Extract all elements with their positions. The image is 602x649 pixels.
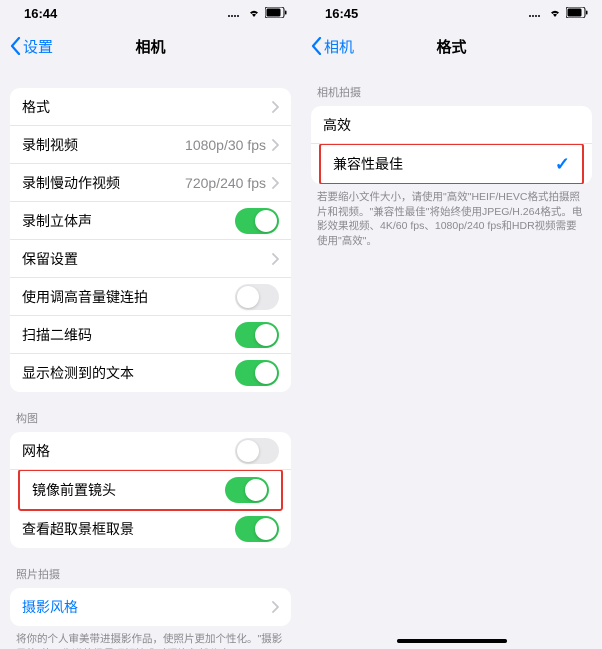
group-footer-capture: 将你的个人审美带进摄影作品，使照片更加个性化。"摄影风格"使用先进的场景理解技术… xyxy=(0,626,301,649)
settings-row[interactable]: 使用调高音量键连拍 xyxy=(10,278,291,316)
row-label: 录制视频 xyxy=(22,135,78,155)
settings-content[interactable]: 格式录制视频 1080p/30 fps 录制慢动作视频 720p/240 fps 录制立… xyxy=(0,66,301,649)
settings-row[interactable]: 录制视频 1080p/30 fps xyxy=(10,126,291,164)
formats-screen: 16:45 相机 格式 相机拍摄 高效兼容性最佳 ✓ 若要缩小文件大小，请使用"高… xyxy=(301,0,602,649)
row-label: 高效 xyxy=(323,115,351,135)
settings-row[interactable]: 格式 xyxy=(10,88,291,126)
chevron-right-icon xyxy=(272,601,279,613)
row-label: 保留设置 xyxy=(22,249,78,269)
chevron-right-icon xyxy=(272,253,279,265)
signal-icon xyxy=(227,6,243,21)
home-indicator[interactable] xyxy=(397,639,507,643)
signal-icon xyxy=(528,6,544,21)
chevron-right-icon xyxy=(272,101,279,113)
settings-row[interactable]: 摄影风格 xyxy=(10,588,291,626)
battery-icon xyxy=(566,6,588,21)
check-icon: ✓ xyxy=(555,154,570,175)
status-icons xyxy=(528,6,588,21)
row-label: 网格 xyxy=(22,441,50,461)
highlight-box: 镜像前置镜头 xyxy=(18,469,283,511)
status-bar: 16:45 xyxy=(301,0,602,26)
toggle-switch[interactable] xyxy=(235,322,279,348)
chevron-right-icon xyxy=(272,177,279,189)
status-time: 16:44 xyxy=(24,6,57,21)
chevron-right-icon xyxy=(272,139,279,151)
wifi-icon xyxy=(247,6,261,21)
settings-row[interactable]: 查看超取景框取景 xyxy=(10,510,291,548)
row-label: 镜像前置镜头 xyxy=(32,480,116,500)
formats-group: 高效兼容性最佳 ✓ xyxy=(311,106,592,184)
settings-group-composition: 网格镜像前置镜头查看超取景框取景 xyxy=(10,432,291,548)
group-header-composition: 构图 xyxy=(0,392,301,432)
back-button[interactable]: 相机 xyxy=(311,36,354,57)
settings-row[interactable]: 录制慢动作视频 720p/240 fps xyxy=(10,164,291,202)
nav-bar: 相机 格式 xyxy=(301,26,602,66)
settings-group-capture: 摄影风格 xyxy=(10,588,291,626)
row-label: 兼容性最佳 xyxy=(333,154,403,174)
toggle-switch[interactable] xyxy=(235,284,279,310)
toggle-switch[interactable] xyxy=(235,208,279,234)
wifi-icon xyxy=(548,6,562,21)
row-label: 摄影风格 xyxy=(22,597,78,617)
chevron-left-icon xyxy=(10,37,21,55)
settings-row[interactable]: 高效 xyxy=(311,106,592,144)
settings-row[interactable]: 扫描二维码 xyxy=(10,316,291,354)
group-footer-formats: 若要缩小文件大小，请使用"高效"HEIF/HEVC格式拍摄照片和视频。"兼容性最… xyxy=(301,184,602,249)
row-detail: 720p/240 fps xyxy=(185,175,266,191)
settings-row[interactable]: 录制立体声 xyxy=(10,202,291,240)
settings-row[interactable]: 兼容性最佳 ✓ xyxy=(321,145,582,183)
settings-row[interactable]: 网格 xyxy=(10,432,291,470)
back-button[interactable]: 设置 xyxy=(10,36,53,57)
settings-group-main: 格式录制视频 1080p/30 fps 录制慢动作视频 720p/240 fps 录制立… xyxy=(10,88,291,392)
row-label: 录制立体声 xyxy=(22,211,92,231)
status-time: 16:45 xyxy=(325,6,358,21)
group-header-capture: 相机拍摄 xyxy=(301,66,602,106)
row-detail: 1080p/30 fps xyxy=(185,137,266,153)
nav-bar: 设置 相机 xyxy=(0,26,301,66)
highlight-box: 兼容性最佳 ✓ xyxy=(319,143,584,184)
toggle-switch[interactable] xyxy=(225,477,269,503)
settings-row[interactable]: 显示检测到的文本 xyxy=(10,354,291,392)
settings-row[interactable]: 保留设置 xyxy=(10,240,291,278)
toggle-switch[interactable] xyxy=(235,516,279,542)
back-label: 设置 xyxy=(23,36,53,57)
back-label: 相机 xyxy=(324,36,354,57)
settings-row[interactable]: 镜像前置镜头 xyxy=(20,471,281,509)
row-label: 显示检测到的文本 xyxy=(22,363,134,383)
chevron-left-icon xyxy=(311,37,322,55)
row-label: 使用调高音量键连拍 xyxy=(22,287,148,307)
row-label: 扫描二维码 xyxy=(22,325,92,345)
battery-icon xyxy=(265,6,287,21)
row-label: 格式 xyxy=(22,97,50,117)
status-icons xyxy=(227,6,287,21)
toggle-switch[interactable] xyxy=(235,438,279,464)
formats-content[interactable]: 相机拍摄 高效兼容性最佳 ✓ 若要缩小文件大小，请使用"高效"HEIF/HEVC格… xyxy=(301,66,602,649)
row-label: 录制慢动作视频 xyxy=(22,173,120,193)
toggle-switch[interactable] xyxy=(235,360,279,386)
group-header-capture: 照片拍摄 xyxy=(0,548,301,588)
camera-settings-screen: 16:44 设置 相机 格式录制视频 1080p/30 fps 录制慢动作视频 720… xyxy=(0,0,301,649)
row-label: 查看超取景框取景 xyxy=(22,519,134,539)
status-bar: 16:44 xyxy=(0,0,301,26)
